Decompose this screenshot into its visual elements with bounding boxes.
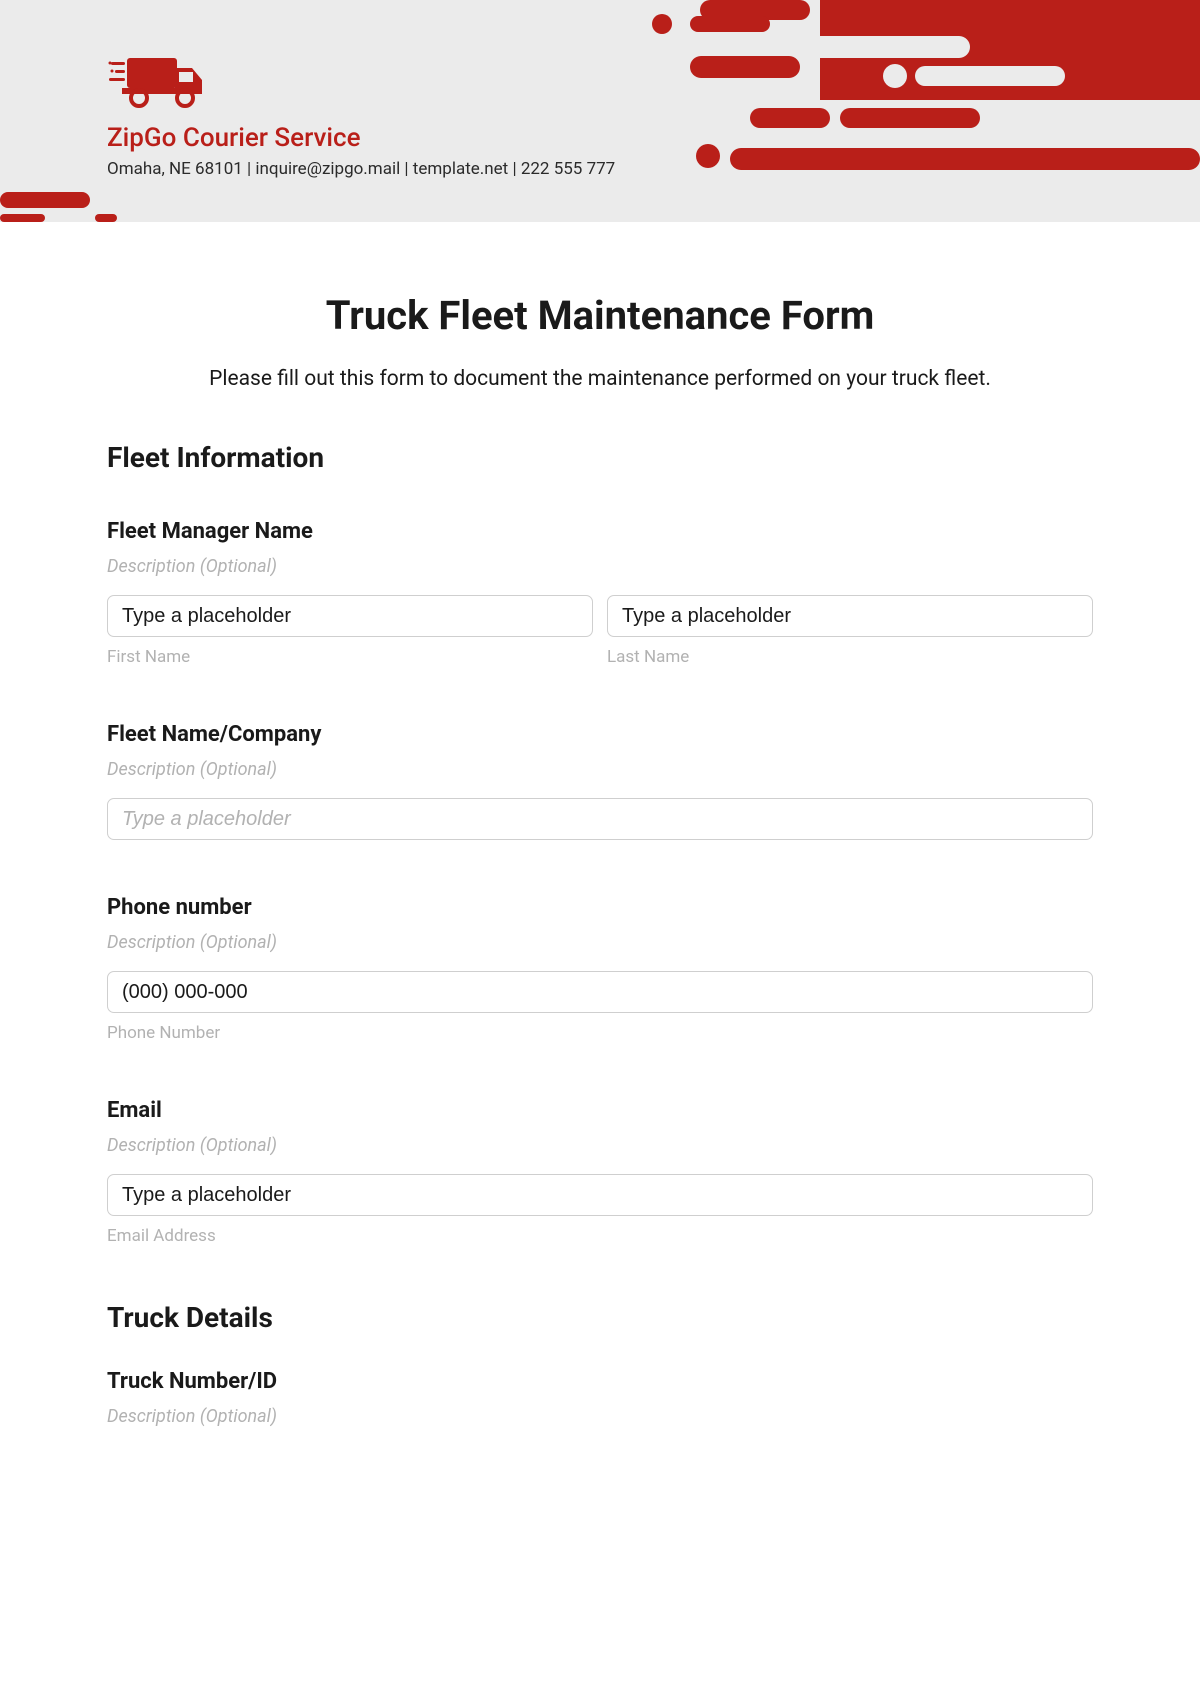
company-name: ZipGo Courier Service: [107, 123, 615, 153]
field-fleet-company: Fleet Name/Company Description (Optional…: [107, 722, 1093, 840]
field-phone-number: Phone number Description (Optional) Phon…: [107, 895, 1093, 1043]
phone-sublabel: Phone Number: [107, 1023, 1093, 1043]
section-fleet-info-heading: Fleet Information: [107, 441, 1093, 474]
field-description: Description (Optional): [107, 556, 1093, 577]
decorative-shapes-bottom-left: [0, 192, 140, 222]
field-label: Truck Number/ID: [107, 1369, 1093, 1394]
phone-input[interactable]: [107, 971, 1093, 1013]
company-info: Omaha, NE 68101 | inquire@zipgo.mail | t…: [107, 159, 615, 179]
email-input[interactable]: [107, 1174, 1093, 1216]
decorative-shapes-top-right: [640, 0, 1200, 170]
field-description: Description (Optional): [107, 1135, 1093, 1156]
field-email: Email Description (Optional) Email Addre…: [107, 1098, 1093, 1246]
field-description: Description (Optional): [107, 932, 1093, 953]
form-content: Truck Fleet Maintenance Form Please fill…: [0, 222, 1200, 1485]
form-title: Truck Fleet Maintenance Form: [107, 292, 1093, 339]
first-name-sublabel: First Name: [107, 647, 593, 667]
last-name-input[interactable]: [607, 595, 1093, 637]
field-label: Email: [107, 1098, 1093, 1123]
form-subtitle: Please fill out this form to document th…: [107, 367, 1093, 391]
truck-icon: [107, 50, 207, 110]
logo-block: ZipGo Courier Service Omaha, NE 68101 | …: [107, 50, 615, 179]
section-truck-details-heading: Truck Details: [107, 1301, 1093, 1334]
email-sublabel: Email Address: [107, 1226, 1093, 1246]
last-name-sublabel: Last Name: [607, 647, 1093, 667]
field-label: Fleet Name/Company: [107, 722, 1093, 747]
field-fleet-manager-name: Fleet Manager Name Description (Optional…: [107, 519, 1093, 667]
field-truck-id: Truck Number/ID Description (Optional): [107, 1369, 1093, 1427]
first-name-input[interactable]: [107, 595, 593, 637]
field-description: Description (Optional): [107, 1406, 1093, 1427]
company-input[interactable]: [107, 798, 1093, 840]
letterhead-header: ZipGo Courier Service Omaha, NE 68101 | …: [0, 0, 1200, 222]
field-label: Phone number: [107, 895, 1093, 920]
field-description: Description (Optional): [107, 759, 1093, 780]
field-label: Fleet Manager Name: [107, 519, 1093, 544]
